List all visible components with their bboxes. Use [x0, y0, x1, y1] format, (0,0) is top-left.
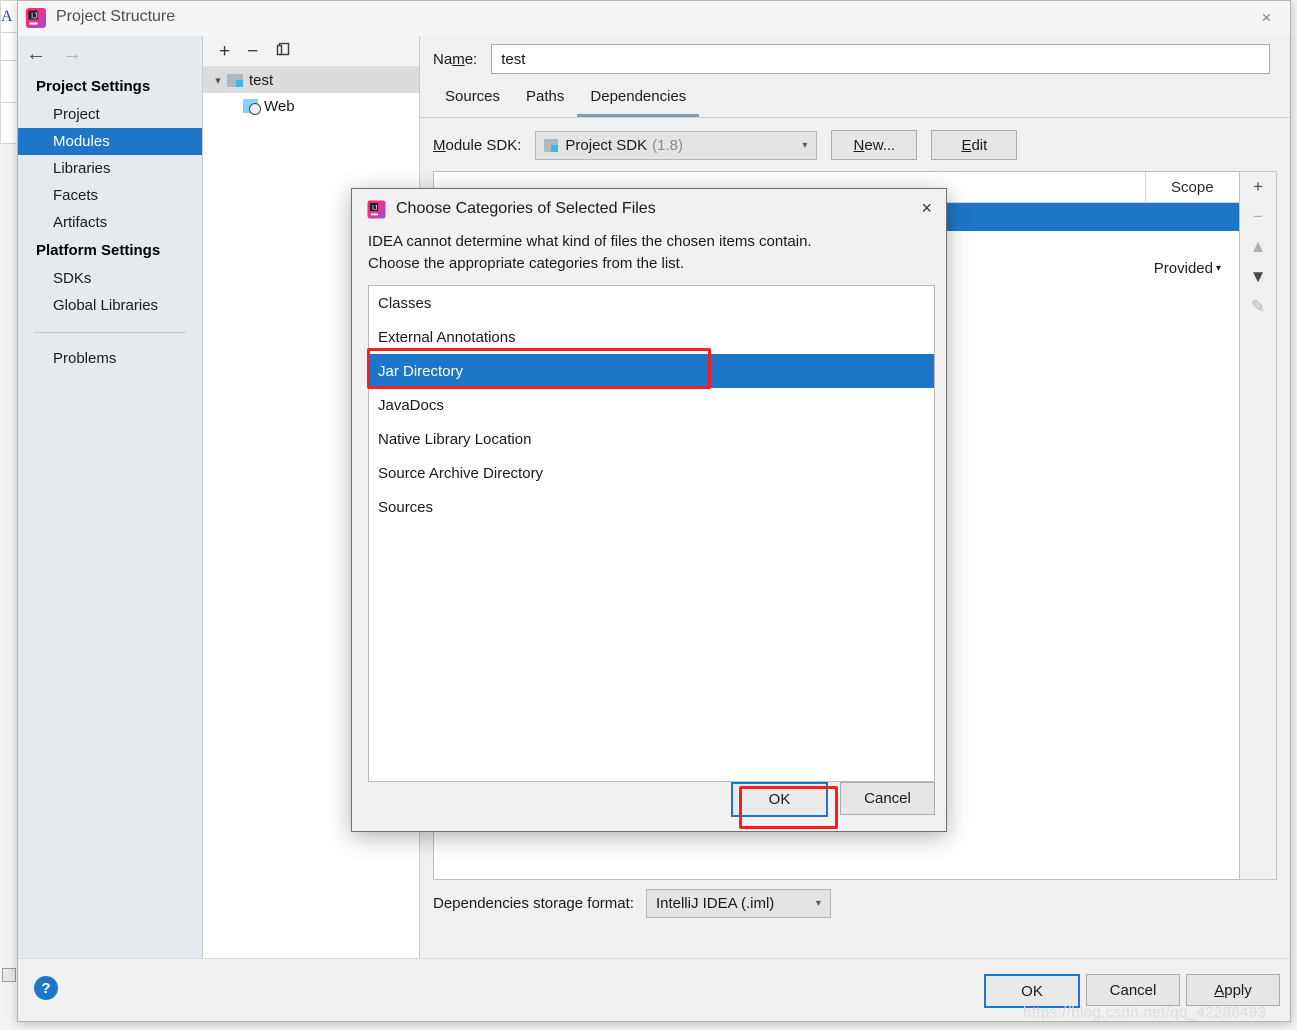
edit-dependency-icon[interactable]: ✎	[1251, 298, 1265, 315]
back-arrow-icon[interactable]: ←	[26, 44, 46, 64]
sidebar-item-sdks[interactable]: SDKs	[18, 265, 202, 292]
scope-cell-provided[interactable]: Provided ▾	[1154, 260, 1221, 277]
chevron-down-icon[interactable]: ▾	[802, 140, 807, 151]
dialog-titlebar: IJ Choose Categories of Selected Files ×	[352, 189, 946, 231]
categories-list[interactable]: Classes External Annotations Jar Directo…	[368, 285, 935, 782]
forward-arrow-icon[interactable]: →	[62, 44, 82, 64]
chevron-down-icon[interactable]: ▾	[816, 898, 821, 909]
dialog-title: Choose Categories of Selected Files	[396, 200, 656, 217]
apply-button[interactable]: Apply	[1186, 974, 1280, 1006]
bg-letter-a: A	[1, 8, 13, 25]
remove-dependency-icon[interactable]: −	[1253, 208, 1263, 225]
tree-toolbar: + −	[203, 36, 419, 67]
list-item-external-annotations[interactable]: External Annotations	[369, 320, 934, 354]
ok-button[interactable]: OK	[984, 974, 1080, 1008]
dependencies-side-toolbar: + − ▲ ▼ ✎	[1240, 171, 1277, 880]
dialog-message-line-1: IDEA cannot determine what kind of files…	[368, 233, 812, 250]
list-item-sources[interactable]: Sources	[369, 490, 934, 524]
storage-format-value: IntelliJ IDEA (.iml)	[655, 895, 775, 912]
tree-node-web[interactable]: Web	[203, 93, 419, 119]
choose-categories-dialog: IJ Choose Categories of Selected Files ×…	[351, 188, 947, 832]
list-item-source-archive-directory[interactable]: Source Archive Directory	[369, 456, 934, 490]
sidebar-item-project[interactable]: Project	[18, 101, 202, 128]
sidebar-item-libraries[interactable]: Libraries	[18, 155, 202, 182]
move-down-icon[interactable]: ▼	[1250, 268, 1267, 285]
svg-text:IJ: IJ	[372, 205, 377, 212]
settings-sidebar: ← → Project Settings Project Modules Lib…	[18, 36, 203, 958]
watermark-text: https://blog.csdn.net/qq_42286493	[1023, 1004, 1267, 1021]
sidebar-item-facets[interactable]: Facets	[18, 182, 202, 209]
cancel-button[interactable]: Cancel	[1086, 974, 1180, 1006]
scope-value: Provided	[1153, 260, 1213, 277]
help-icon[interactable]: ?	[34, 976, 58, 1000]
remove-module-icon[interactable]: −	[247, 42, 258, 61]
module-sdk-row: Module SDK: Project SDK (1.8) ▾ New... E…	[420, 118, 1290, 170]
module-sdk-version: (1.8)	[652, 136, 683, 154]
sdk-icon	[544, 138, 559, 152]
module-name-value: test	[501, 50, 526, 68]
list-item-javadocs[interactable]: JavaDocs	[369, 388, 934, 422]
sidebar-item-global-libraries[interactable]: Global Libraries	[18, 292, 202, 319]
chevron-down-icon[interactable]: ▾	[1216, 263, 1221, 274]
jetbrains-intellij-idea-icon: IJ	[367, 200, 386, 219]
move-up-icon[interactable]: ▲	[1250, 238, 1267, 255]
jetbrains-intellij-idea-icon: IJ	[25, 7, 47, 29]
storage-format-select[interactable]: IntelliJ IDEA (.iml) ▾	[645, 889, 831, 918]
window-titlebar: IJ Project Structure ×	[18, 1, 1290, 37]
tab-sources[interactable]: Sources	[432, 82, 513, 117]
tree-node-label: test	[249, 71, 274, 89]
sidebar-group-project-settings: Project Settings	[36, 78, 151, 95]
window-title: Project Structure	[56, 8, 176, 25]
list-item-classes[interactable]: Classes	[369, 286, 934, 320]
module-folder-icon	[227, 73, 243, 87]
new-sdk-button[interactable]: New...	[831, 130, 918, 160]
storage-format-label: Dependencies storage format:	[433, 895, 634, 912]
module-name-row: Name: test	[420, 36, 1290, 82]
module-tabs: Sources Paths Dependencies	[420, 82, 1290, 118]
module-sdk-value: Project SDK	[565, 136, 648, 154]
jar-directory-list-item[interactable]: Jar Directory	[369, 354, 934, 388]
dialog-ok-button[interactable]: OK	[731, 782, 828, 817]
tree-node-label: Web	[264, 97, 295, 115]
dialog-cancel-button[interactable]: Cancel	[840, 782, 935, 815]
sidebar-item-modules[interactable]: Modules	[18, 128, 202, 155]
dependencies-storage-row: Dependencies storage format: IntelliJ ID…	[433, 889, 831, 918]
sidebar-divider	[34, 332, 186, 333]
module-name-input[interactable]: test	[491, 44, 1270, 74]
copy-module-icon[interactable]	[275, 41, 292, 62]
sidebar-item-problems[interactable]: Problems	[18, 345, 202, 372]
edit-sdk-button[interactable]: Edit	[931, 130, 1018, 160]
dialog-message-line-2: Choose the appropriate categories from t…	[368, 255, 685, 272]
name-label: Name:	[433, 50, 478, 68]
module-sdk-select[interactable]: Project SDK (1.8) ▾	[535, 130, 818, 160]
sidebar-group-platform-settings: Platform Settings	[36, 242, 161, 259]
close-icon[interactable]: ×	[1243, 1, 1290, 35]
module-sdk-label: Module SDK:	[433, 136, 522, 154]
column-header-scope[interactable]: Scope	[1146, 172, 1239, 202]
dialog-button-row: OK Cancel	[731, 782, 935, 817]
web-facet-icon	[243, 99, 261, 115]
tab-paths[interactable]: Paths	[513, 82, 577, 117]
add-dependency-icon[interactable]: +	[1253, 178, 1263, 195]
sidebar-item-artifacts[interactable]: Artifacts	[18, 209, 202, 236]
tree-node-test[interactable]: ▾ test	[203, 67, 419, 93]
add-module-icon[interactable]: +	[219, 42, 230, 61]
list-item-native-library-location[interactable]: Native Library Location	[369, 422, 934, 456]
chevron-down-icon[interactable]: ▾	[209, 74, 227, 87]
close-icon[interactable]: ×	[921, 198, 932, 219]
tab-dependencies[interactable]: Dependencies	[577, 82, 700, 117]
svg-text:IJ: IJ	[31, 12, 37, 21]
bg-taskbar-icon	[2, 968, 16, 982]
sidebar-nav-bar: ← →	[18, 36, 202, 72]
